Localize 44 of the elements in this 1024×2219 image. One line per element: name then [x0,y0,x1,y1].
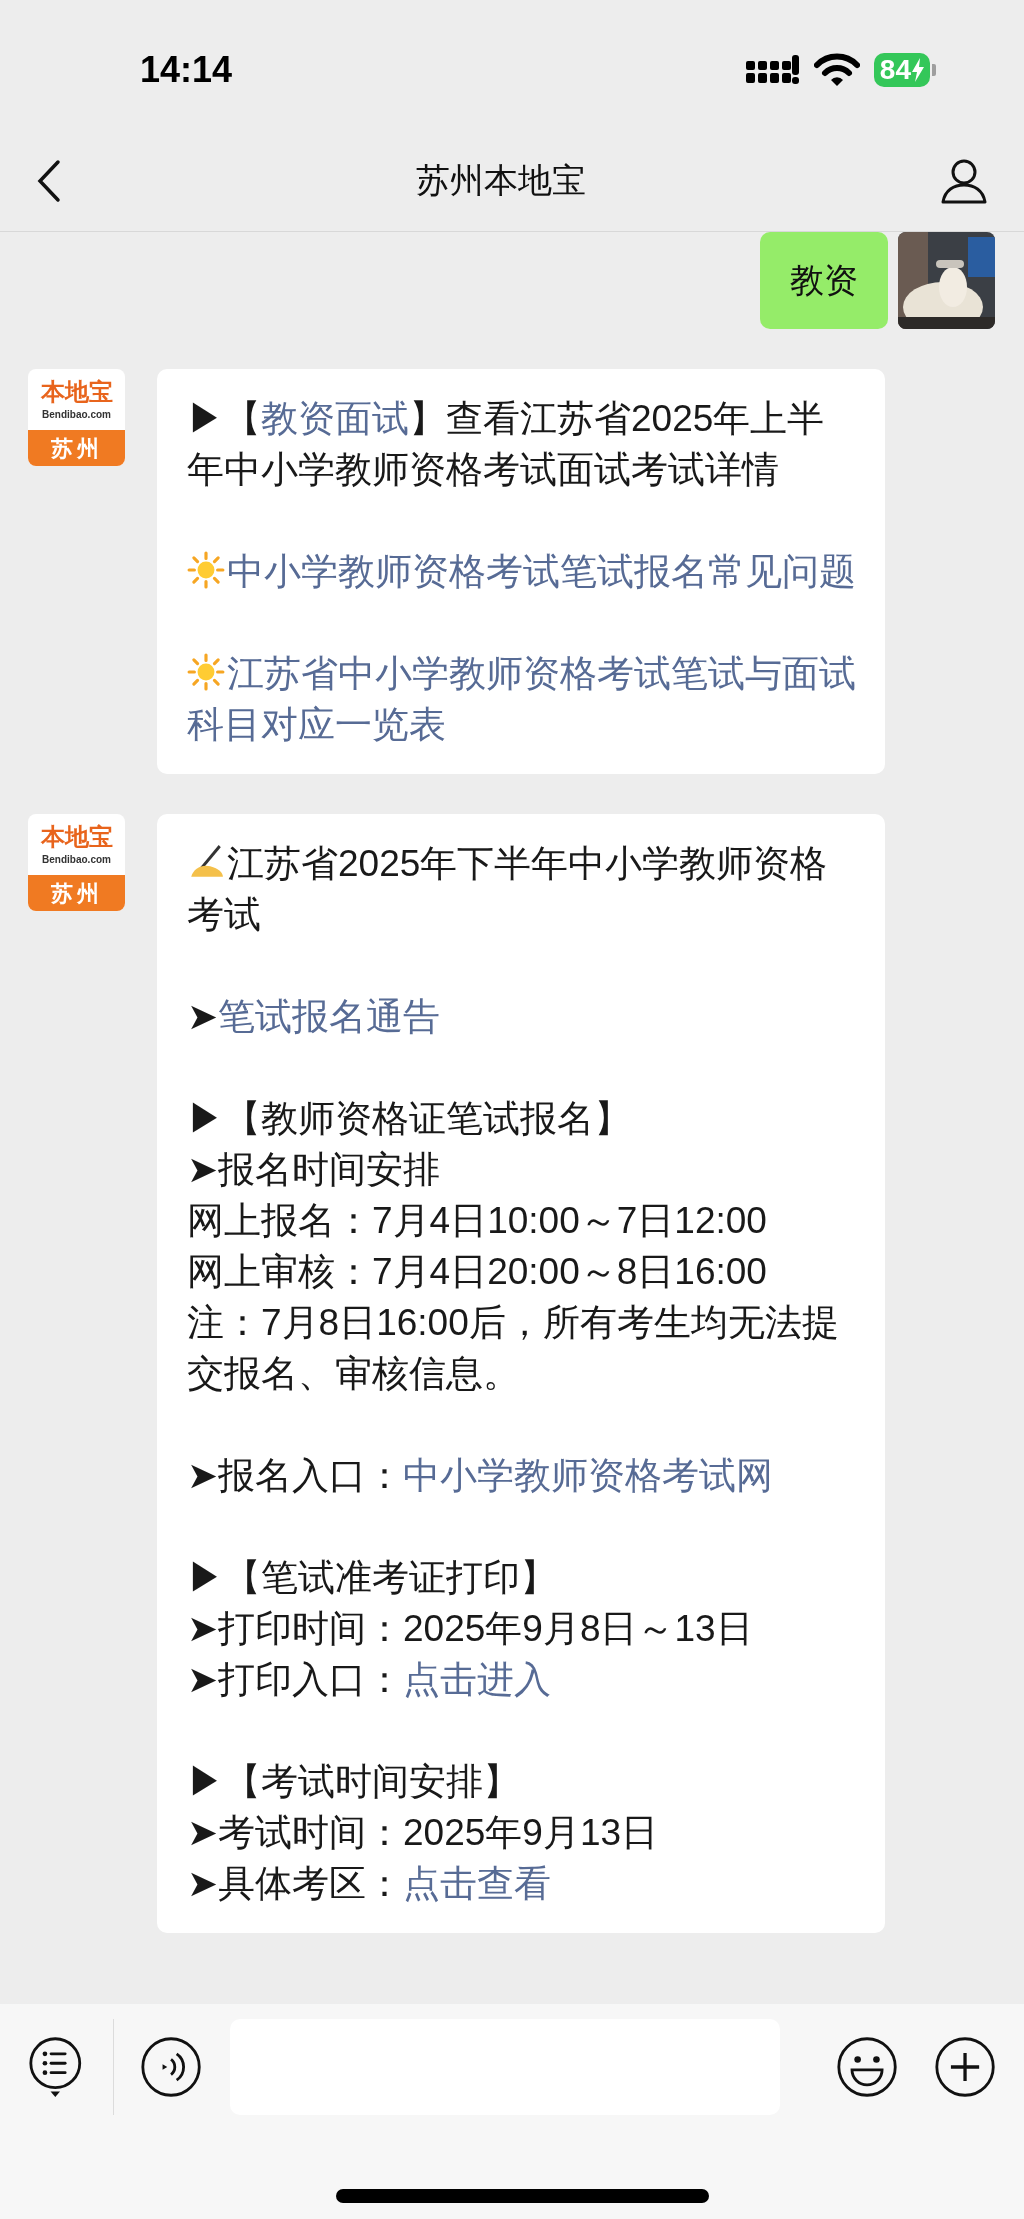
logo-name: 本地宝 [40,379,113,404]
message-text: 网上报名：7月4日10:00～7日12:00 [187,1199,768,1243]
message-text: ▶【笔试准考证打印】 [187,1556,558,1600]
chat-title: 苏州本地宝 [416,160,586,201]
logo-domain: Bendibao.com [42,854,111,865]
battery-level: 84 [879,56,911,84]
link[interactable]: 点击查看 [403,1863,551,1904]
message-text: ▶【教资面试】查看江苏省2025年上半年中小学教师资格考试面试考试详情 [187,397,826,492]
voice-icon[interactable] [139,2034,202,2100]
message-text: ➤报名入口：中小学教师资格考试网 [187,1454,774,1498]
logo-name: 本地宝 [40,824,113,849]
charging-icon [912,58,924,82]
link[interactable]: 笔试报名通告 [218,996,440,1037]
message-text: ➤具体考区：点击查看 [187,1862,552,1906]
message-text: ➤报名时间安排 [187,1148,441,1192]
link[interactable]: 江苏省中小学教师资格考试笔试与面试科目对应一览表 [187,648,861,750]
account-avatar[interactable]: 本地宝 Bendibao.com 苏州 [28,814,125,911]
message-text: ➤考试时间：2025年9月13日 [187,1811,660,1855]
message-text: 江苏省2025年下半年中小学教师资格考试 [187,842,829,937]
message-text: 注：7月8日16:00后，所有考生均无法提交报名、审核信息。 [187,1301,840,1396]
menu-icon[interactable] [28,2034,83,2100]
message-text: ➤笔试报名通告 [187,995,441,1039]
logo-domain: Bendibao.com [42,409,111,420]
message-text: ▶【考试时间安排】 [187,1760,521,1804]
back-icon[interactable] [36,158,62,203]
sun-icon [187,653,225,691]
link[interactable]: 中小学教师资格考试网 [403,1455,773,1496]
message-text: ➤打印时间：2025年9月8日～13日 [187,1607,754,1651]
sun-icon [187,551,225,589]
logo-city: 苏州 [50,434,103,463]
wifi-icon [813,53,860,87]
message-text: ➤打印入口：点击进入 [187,1658,552,1702]
status-time: 14:14 [140,48,233,92]
signal-icon [745,53,800,87]
logo-city: 苏州 [50,879,103,908]
message-text: ▶【教师资格证笔试报名】 [187,1097,632,1141]
account-avatar[interactable]: 本地宝 Bendibao.com 苏州 [28,369,125,466]
plus-icon[interactable] [933,2034,996,2100]
link[interactable]: 中小学教师资格考试笔试报名常见问题 [187,546,861,597]
emoji-icon[interactable] [835,2034,898,2100]
link[interactable]: 点击进入 [403,1659,551,1700]
link[interactable]: 教资面试 [261,398,409,439]
message-text: 网上审核：7月4日20:00～8日16:00 [187,1250,768,1294]
message-bubble: 教资 [760,232,888,329]
